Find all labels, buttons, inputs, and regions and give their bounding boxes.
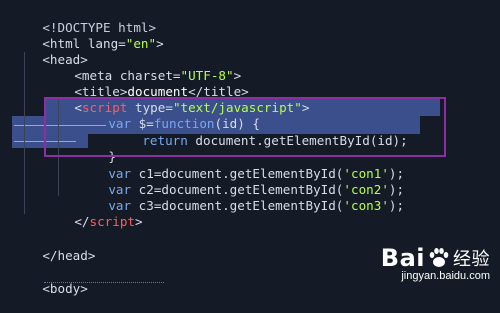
code-line-1[interactable]: <!DOCTYPE html> bbox=[12, 4, 156, 35]
watermark-logo: Bai 经验 bbox=[381, 244, 490, 272]
annotation-highlight-box bbox=[44, 97, 446, 157]
code-line-11[interactable]: var c2=document.getElementById('con2'); bbox=[78, 166, 404, 197]
tag-token: </ bbox=[74, 214, 90, 229]
code-line-17[interactable]: <body> bbox=[12, 265, 88, 296]
tag-token: </head> bbox=[42, 248, 96, 263]
string-token: "en" bbox=[125, 36, 157, 51]
identifier-token: c3=document.getElementById( bbox=[131, 198, 344, 213]
code-line-5[interactable]: <title>document</title> bbox=[44, 68, 248, 99]
paw-icon bbox=[429, 248, 449, 267]
tag-token: > bbox=[156, 36, 164, 51]
tag-name-token: script bbox=[89, 214, 136, 229]
code-line-13[interactable]: </script> bbox=[44, 198, 142, 229]
code-line-4[interactable]: <meta charset="UTF-8"> bbox=[44, 52, 241, 83]
watermark-brand-suffix: 经验 bbox=[453, 249, 490, 270]
identifier-token: ); bbox=[388, 198, 405, 213]
string-token: 'con3' bbox=[343, 198, 389, 213]
code-line-partial bbox=[12, 280, 212, 286]
code-line-3[interactable]: <head> bbox=[12, 36, 88, 67]
code-line-2[interactable]: <html lang="en"> bbox=[12, 20, 163, 51]
tag-token: > bbox=[135, 214, 143, 229]
watermark-brand-prefix: Bai bbox=[380, 244, 425, 272]
code-line-12[interactable]: var c3=document.getElementById('con3'); bbox=[78, 182, 404, 213]
watermark: Bai 经验 jingyan.baidu.com bbox=[381, 244, 490, 282]
code-line-15[interactable]: </head> bbox=[12, 232, 95, 263]
